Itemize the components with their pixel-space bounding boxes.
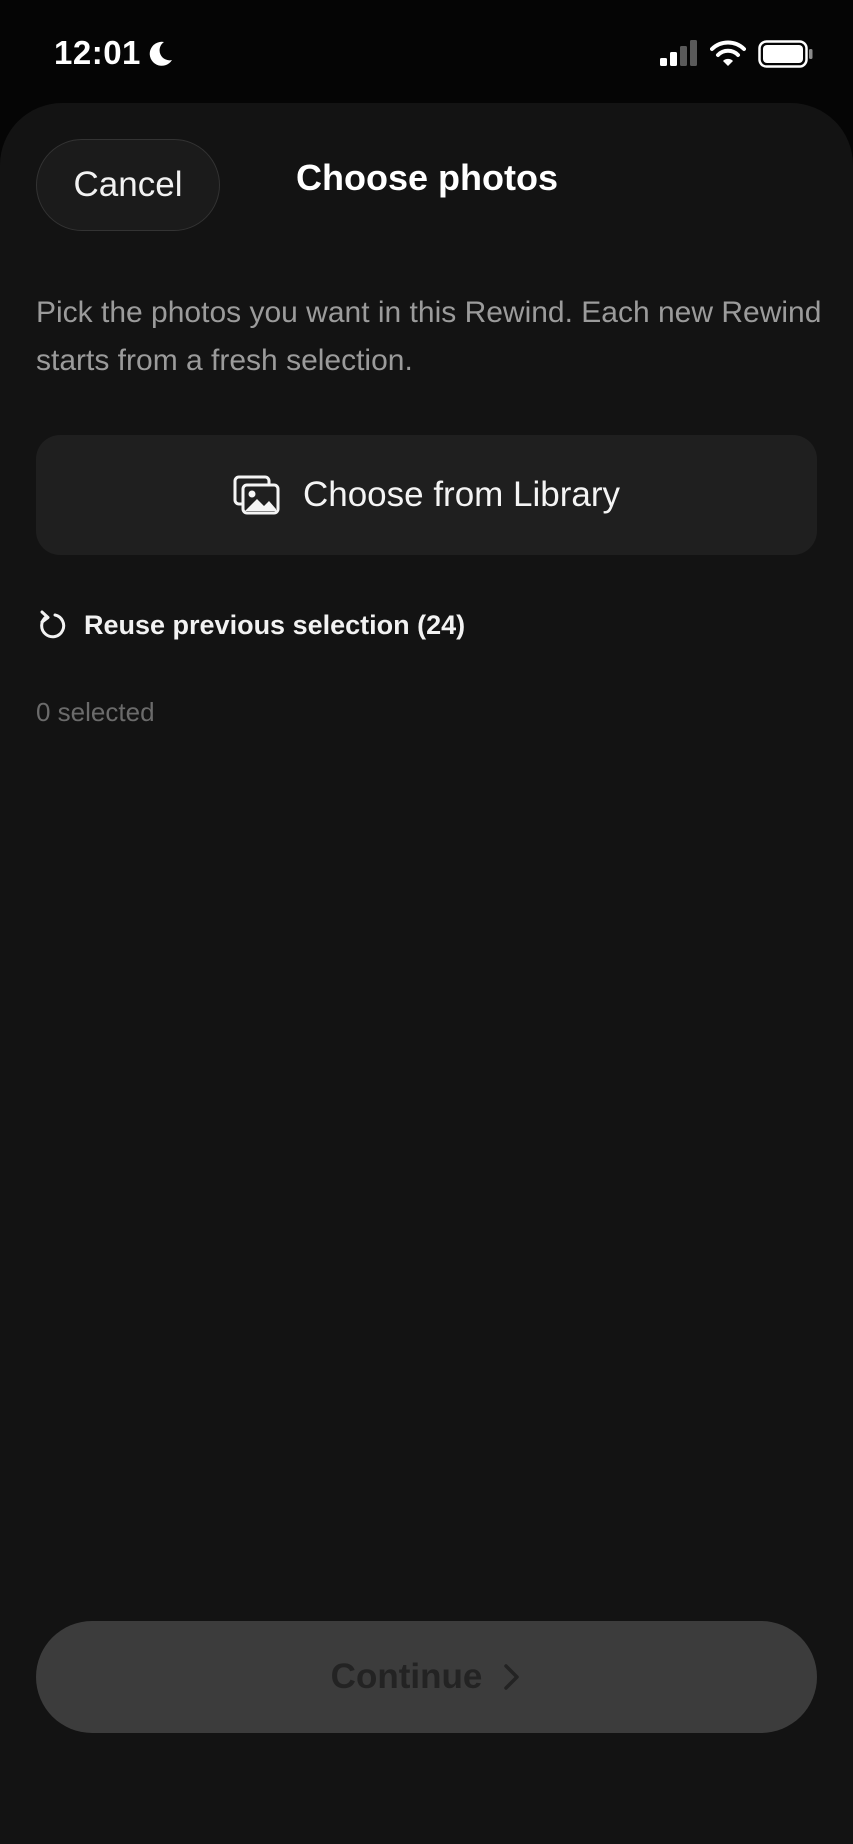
reuse-previous-selection-label: Reuse previous selection (24) — [84, 609, 466, 640]
description-text: Pick the photos you want in this Rewind.… — [36, 296, 822, 377]
continue-label: Continue — [330, 1657, 483, 1696]
status-bar: 12:01 — [0, 0, 853, 100]
page-title: Choose photos — [296, 157, 558, 198]
reuse-previous-selection-button[interactable]: Reuse previous selection (24) — [36, 605, 465, 645]
continue-button[interactable]: Continue — [36, 1621, 817, 1733]
battery-icon — [758, 40, 813, 68]
signal-icon — [660, 40, 697, 66]
choose-from-library-button[interactable]: Choose from Library — [36, 435, 817, 555]
moon-icon — [149, 41, 172, 66]
reuse-icon — [40, 610, 66, 639]
status-time: 12:01 — [54, 34, 141, 71]
selected-count: 0 selected — [36, 697, 155, 727]
wifi-icon — [710, 40, 746, 66]
cancel-button[interactable]: Cancel — [36, 139, 220, 231]
chevron-right-icon — [504, 1664, 520, 1690]
choose-photos-sheet: Cancel Choose photos Pick the photos you… — [0, 103, 853, 1844]
photos-icon — [233, 475, 280, 515]
choose-from-library-label: Choose from Library — [302, 475, 621, 514]
